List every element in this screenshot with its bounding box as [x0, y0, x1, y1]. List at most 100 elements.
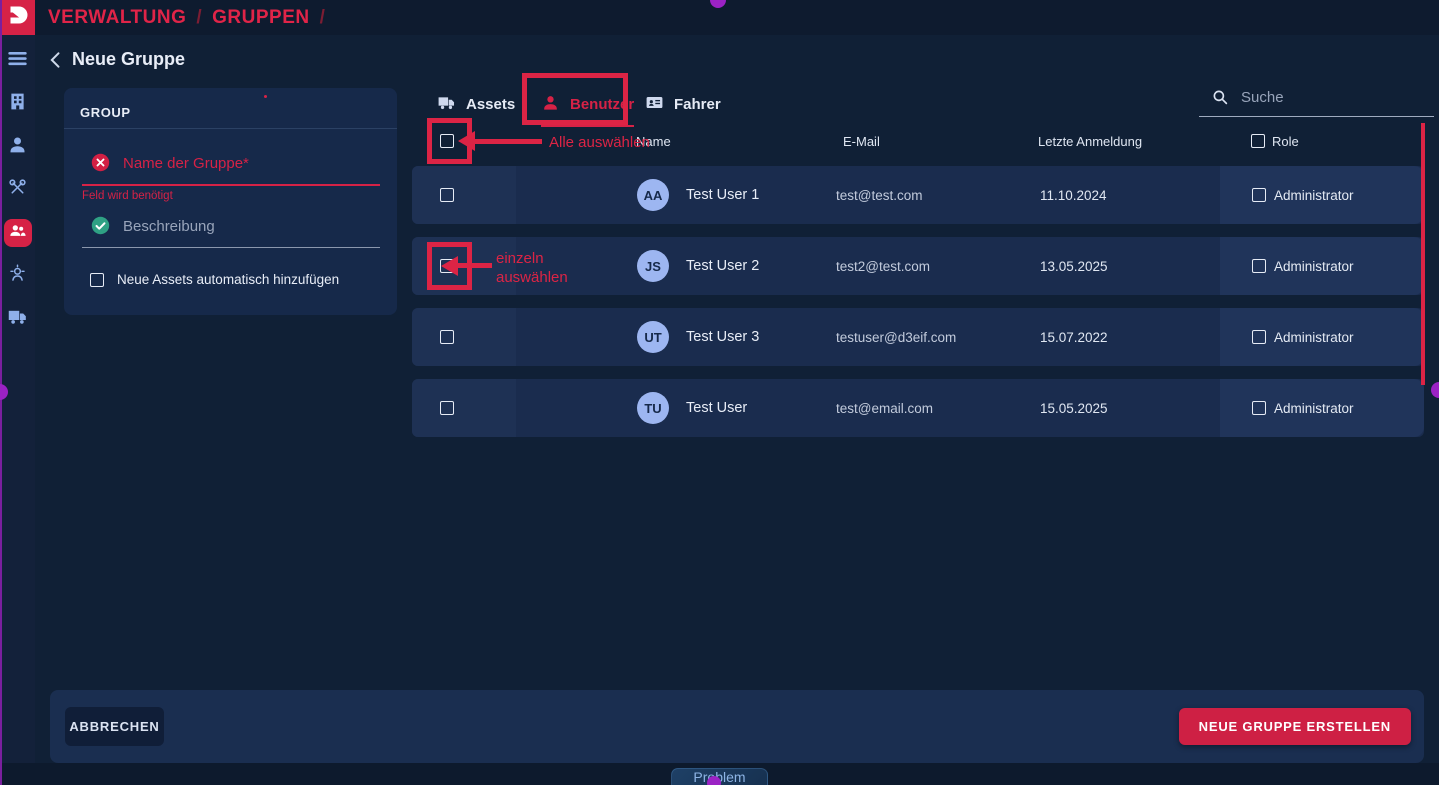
user-name: Test User 1	[686, 166, 759, 224]
truck-icon	[7, 306, 28, 332]
page-heading: Neue Gruppe	[46, 49, 185, 70]
sidebar-item-tools[interactable]	[4, 176, 32, 204]
role-checkbox[interactable]	[1252, 188, 1266, 202]
role-label: Administrator	[1274, 379, 1354, 437]
breadcrumb-section[interactable]: VERWALTUNG	[48, 7, 186, 29]
user-name: Test User	[686, 379, 747, 437]
group-name-underline	[82, 184, 380, 186]
purple-dot-right	[1431, 382, 1439, 398]
chevron-left-icon	[46, 57, 66, 74]
user-last-login: 13.05.2025	[1040, 237, 1108, 295]
breadcrumb-separator: /	[320, 7, 326, 29]
red-dot-marker	[264, 95, 267, 98]
role-cell: Administrator	[1220, 237, 1424, 295]
role-header-checkbox[interactable]	[1251, 134, 1265, 148]
annotation-label-select-all: Alle auswählen	[549, 133, 650, 152]
menu-icon	[7, 48, 28, 74]
column-header-last-login: Letzte Anmeldung	[1038, 134, 1142, 149]
tab-assets[interactable]: Assets	[437, 93, 515, 125]
auto-add-assets-checkbox[interactable]	[90, 273, 104, 287]
role-cell: Administrator	[1220, 166, 1424, 224]
tab-fahrer[interactable]: Fahrer	[645, 93, 721, 125]
footer-action-bar: ABBRECHEN NEUE GRUPPE ERSTELLEN	[50, 690, 1424, 763]
avatar: JS	[637, 250, 669, 282]
role-checkbox[interactable]	[1252, 330, 1266, 344]
check-circle-icon	[91, 216, 110, 235]
table-row[interactable]: AA Test User 1 test@test.com 11.10.2024 …	[412, 166, 1424, 224]
tab-fahrer-label: Fahrer	[674, 96, 721, 113]
user-last-login: 11.10.2024	[1040, 166, 1107, 224]
divider	[64, 128, 397, 129]
breadcrumb-separator: /	[196, 7, 202, 29]
annotation-arrowhead	[458, 131, 475, 151]
table-row[interactable]: JS Test User 2 test2@test.com 13.05.2025…	[412, 237, 1424, 295]
user-email: testuser@d3eif.com	[836, 308, 956, 366]
sidebar-item-company[interactable]	[4, 90, 32, 118]
avatar: TU	[637, 392, 669, 424]
app-window: VERWALTUNG / GRUPPEN /	[0, 0, 1439, 785]
annotation-arrow-line	[474, 139, 542, 144]
column-header-role: Role	[1272, 134, 1299, 149]
tab-benutzer[interactable]: Benutzer	[541, 93, 634, 127]
role-cell: Administrator	[1220, 379, 1424, 437]
user-last-login: 15.07.2022	[1040, 308, 1108, 366]
row-checkbox[interactable]	[440, 188, 454, 202]
row-checkbox[interactable]	[440, 259, 454, 273]
row-checkbox-cell	[412, 237, 516, 295]
sidebar-item-vehicles[interactable]	[4, 305, 32, 333]
group-panel: GROUP Name der Gruppe* Feld wird benötig…	[64, 88, 397, 315]
logo-icon	[6, 3, 30, 32]
app-logo[interactable]	[0, 0, 35, 35]
driver-training-icon	[7, 263, 28, 289]
role-checkbox[interactable]	[1252, 401, 1266, 415]
group-panel-title: GROUP	[80, 105, 131, 120]
sidebar-item-users[interactable]	[4, 133, 32, 161]
table-row[interactable]: TU Test User test@email.com 15.05.2025 A…	[412, 379, 1424, 437]
role-label: Administrator	[1274, 308, 1354, 366]
row-checkbox[interactable]	[440, 401, 454, 415]
group-name-error: Feld wird benötigt	[82, 190, 173, 202]
user-email: test2@test.com	[836, 237, 930, 295]
breadcrumb: VERWALTUNG / GRUPPEN /	[48, 0, 325, 35]
search-icon	[1211, 88, 1229, 106]
row-checkbox-cell	[412, 166, 516, 224]
role-label: Administrator	[1274, 166, 1354, 224]
page-title: Neue Gruppe	[72, 49, 185, 70]
truck-icon	[437, 93, 456, 116]
sidebar-item-groups[interactable]	[4, 219, 32, 247]
id-card-icon	[645, 93, 664, 116]
error-circle-icon	[91, 153, 110, 172]
row-checkbox-cell	[412, 379, 516, 437]
building-icon	[7, 91, 28, 117]
groups-icon	[7, 220, 28, 246]
sidebar-item-menu[interactable]	[4, 47, 32, 75]
tab-assets-label: Assets	[466, 96, 515, 113]
user-email: test@email.com	[836, 379, 933, 437]
role-label: Administrator	[1274, 237, 1354, 295]
tab-benutzer-label: Benutzer	[570, 96, 634, 113]
row-checkbox[interactable]	[440, 330, 454, 344]
row-checkbox-cell	[412, 308, 516, 366]
group-name-field[interactable]: Name der Gruppe*	[123, 155, 249, 172]
avatar: AA	[637, 179, 669, 211]
select-all-checkbox[interactable]	[440, 134, 454, 148]
create-group-button[interactable]: NEUE GRUPPE ERSTELLEN	[1179, 708, 1411, 745]
back-button[interactable]	[46, 50, 66, 70]
breadcrumb-page[interactable]: GRUPPEN	[212, 7, 309, 29]
user-name: Test User 3	[686, 308, 759, 366]
search-underline	[1199, 116, 1434, 117]
search-input[interactable]	[1241, 85, 1411, 109]
purple-dot-bottom	[707, 776, 721, 785]
person-icon	[541, 93, 560, 116]
user-email: test@test.com	[836, 166, 922, 224]
group-description-field[interactable]: Beschreibung	[123, 218, 215, 235]
cancel-button[interactable]: ABBRECHEN	[65, 707, 164, 746]
table-row[interactable]: UT Test User 3 testuser@d3eif.com 15.07.…	[412, 308, 1424, 366]
sidebar-item-driver-training[interactable]	[4, 262, 32, 290]
user-last-login: 15.05.2025	[1040, 379, 1108, 437]
user-name: Test User 2	[686, 237, 759, 295]
role-checkbox[interactable]	[1252, 259, 1266, 273]
auto-add-assets-label: Neue Assets automatisch hinzufügen	[117, 272, 339, 287]
column-header-email: E-Mail	[843, 134, 880, 149]
column-header-name: Name	[636, 134, 671, 149]
